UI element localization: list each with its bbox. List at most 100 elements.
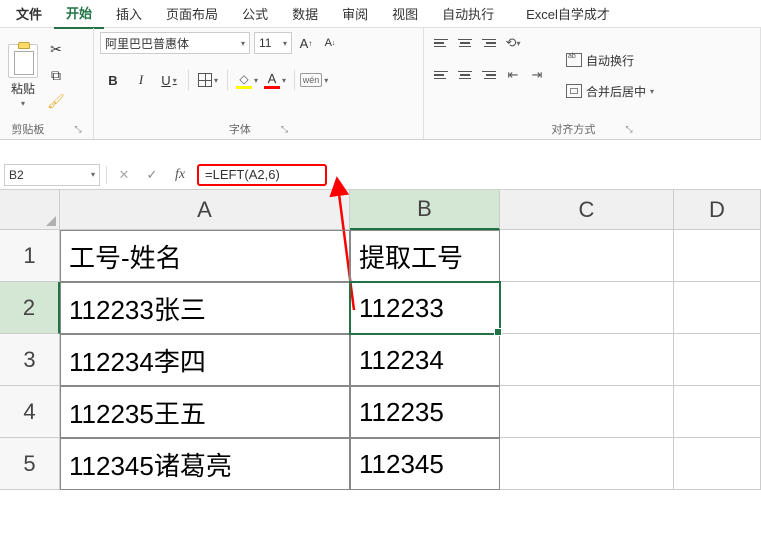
align-right-button[interactable] (478, 64, 500, 86)
row-header-2[interactable]: 2 (0, 282, 60, 334)
cell-d1[interactable] (674, 230, 761, 282)
tab-page-layout[interactable]: 页面布局 (154, 0, 230, 28)
font-launcher-icon[interactable]: ⤡ (281, 124, 288, 135)
fill-icon: ◇ (239, 72, 248, 86)
merge-icon (566, 84, 582, 98)
underline-button[interactable]: U▾ (156, 68, 182, 92)
cell-a4[interactable]: 112235王五 (60, 386, 350, 438)
tab-insert[interactable]: 插入 (104, 0, 154, 28)
separator (294, 70, 295, 90)
cell-d4[interactable] (674, 386, 761, 438)
align-center-button[interactable] (454, 64, 476, 86)
tab-data[interactable]: 数据 (280, 0, 330, 28)
column-header-c[interactable]: C (500, 190, 674, 230)
decrease-indent-button[interactable]: ⇤ (502, 64, 524, 86)
font-color-button[interactable]: A ▾ (262, 68, 288, 92)
cell-a5[interactable]: 112345诸葛亮 (60, 438, 350, 490)
cell-b5[interactable]: 112345 (350, 438, 500, 490)
align-middle-button[interactable] (454, 32, 476, 54)
align-bottom-button[interactable] (478, 32, 500, 54)
select-all-corner[interactable] (0, 190, 60, 230)
font-size-value: 11 (259, 36, 271, 50)
document-title: Excel自学成才 (526, 4, 610, 23)
chevron-down-icon: ▾ (650, 87, 654, 96)
row-header-5[interactable]: 5 (0, 438, 60, 490)
clipboard-launcher-icon[interactable]: ⤡ (74, 124, 81, 135)
cell-a1[interactable]: 工号-姓名 (60, 230, 350, 282)
paste-button[interactable]: 粘贴 ▾ (6, 42, 40, 110)
row-header-1[interactable]: 1 (0, 230, 60, 282)
chevron-down-icon: ▾ (91, 170, 95, 179)
tab-auto-exec[interactable]: 自动执行 (430, 0, 506, 28)
fx-button[interactable]: fx (169, 164, 191, 186)
format-painter-button[interactable]: 🖌 (46, 92, 66, 112)
cell-c5[interactable] (500, 438, 674, 490)
wen-icon: wén (300, 73, 323, 87)
cell-d2[interactable] (674, 282, 761, 334)
cell-c3[interactable] (500, 334, 674, 386)
font-name-value: 阿里巴巴普惠体 (105, 35, 189, 52)
chevron-down-icon: ▾ (21, 99, 25, 108)
paste-icon (8, 44, 38, 78)
alignment-group-label: 对齐方式 (551, 121, 595, 137)
wrap-icon (566, 53, 582, 67)
font-name-select[interactable]: 阿里巴巴普惠体 ▾ (100, 32, 250, 54)
cell-a2[interactable]: 112233张三 (60, 282, 350, 334)
tab-review[interactable]: 审阅 (330, 0, 380, 28)
tab-home[interactable]: 开始 (54, 0, 104, 29)
formula-text: =LEFT(A2,6) (205, 167, 280, 182)
merge-center-button[interactable]: 合并后居中 ▾ (562, 81, 658, 102)
bold-button[interactable]: B (100, 68, 126, 92)
increase-indent-button[interactable]: ⇥ (526, 64, 548, 86)
cell-a3[interactable]: 112234李四 (60, 334, 350, 386)
cell-b4[interactable]: 112235 (350, 386, 500, 438)
tab-file[interactable]: 文件 (4, 0, 54, 28)
font-size-select[interactable]: 11 ▾ (254, 32, 292, 54)
cell-b1[interactable]: 提取工号 (350, 230, 500, 282)
cell-d5[interactable] (674, 438, 761, 490)
column-header-a[interactable]: A (60, 190, 350, 230)
phonetic-button[interactable]: wén ▾ (301, 68, 327, 92)
wrap-text-button[interactable]: 自动换行 (562, 50, 658, 71)
italic-button[interactable]: I (128, 68, 154, 92)
cell-c4[interactable] (500, 386, 674, 438)
fill-color-button[interactable]: ◇ ▾ (234, 68, 260, 92)
formula-bar: B2 ▾ ✕ ✓ fx =LEFT(A2,6) (0, 160, 761, 190)
row-header-3[interactable]: 3 (0, 334, 60, 386)
cancel-button[interactable]: ✕ (113, 164, 135, 186)
chevron-down-icon: ▾ (173, 76, 177, 85)
border-button[interactable]: ▾ (195, 68, 221, 92)
ribbon: 粘贴 ▾ ✂ ⧉ 🖌 剪贴板 ⤡ 阿里巴巴普惠体 ▾ 11 (0, 28, 761, 140)
chevron-down-icon: ▾ (283, 39, 287, 48)
cell-b3[interactable]: 112234 (350, 334, 500, 386)
align-left-button[interactable] (430, 64, 452, 86)
ribbon-group-clipboard: 粘贴 ▾ ✂ ⧉ 🖌 剪贴板 ⤡ (0, 28, 94, 139)
cell-d3[interactable] (674, 334, 761, 386)
paste-label: 粘贴 (11, 80, 35, 97)
chevron-down-icon: ▾ (241, 39, 245, 48)
formula-input[interactable]: =LEFT(A2,6) (197, 164, 327, 186)
font-color-icon: A (268, 71, 277, 86)
cell-c1[interactable] (500, 230, 674, 282)
font-color-bar (264, 86, 280, 89)
confirm-button[interactable]: ✓ (141, 164, 163, 186)
column-header-b[interactable]: B (350, 190, 500, 230)
name-box[interactable]: B2 ▾ (4, 164, 100, 186)
column-header-d[interactable]: D (674, 190, 761, 230)
grow-font-button[interactable]: A↑ (296, 33, 316, 53)
chevron-down-icon: ▾ (214, 76, 218, 85)
copy-button[interactable]: ⧉ (46, 66, 66, 86)
shrink-font-button[interactable]: A↓ (320, 33, 340, 53)
tab-formulas[interactable]: 公式 (230, 0, 280, 28)
cell-c2[interactable] (500, 282, 674, 334)
tab-view[interactable]: 视图 (380, 0, 430, 28)
border-icon (198, 73, 212, 87)
cut-button[interactable]: ✂ (46, 40, 66, 60)
row-header-4[interactable]: 4 (0, 386, 60, 438)
chevron-down-icon: ▾ (254, 76, 258, 85)
wrap-label: 自动换行 (586, 52, 634, 69)
cell-b2[interactable]: 112233 (350, 282, 500, 334)
orientation-button[interactable]: ⟲▾ (502, 32, 524, 54)
alignment-launcher-icon[interactable]: ⤡ (625, 124, 632, 135)
align-top-button[interactable] (430, 32, 452, 54)
